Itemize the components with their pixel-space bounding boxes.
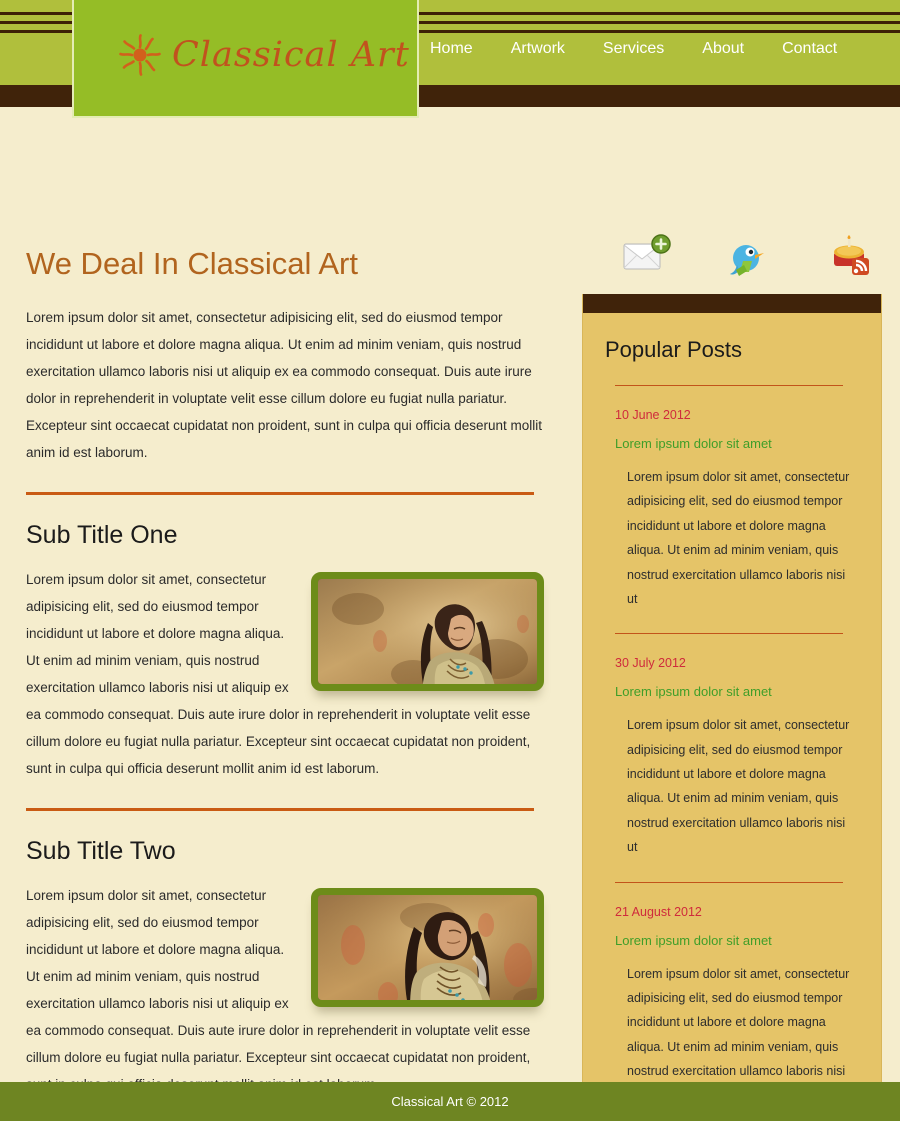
- email-subscribe-icon[interactable]: [620, 234, 672, 278]
- sidebar-divider-1: [615, 385, 843, 386]
- post-date: 10 June 2012: [615, 408, 691, 422]
- section-divider-two: [26, 808, 534, 811]
- sidebar: Popular Posts 10 June 2012 Lorem ipsum d…: [582, 294, 882, 1121]
- popular-post-item: 21 August 2012 Lorem ipsum dolor sit ame…: [605, 905, 859, 1108]
- post-excerpt: Lorem ipsum dolor sit amet, consectetur …: [627, 718, 850, 855]
- post-title-link[interactable]: Lorem ipsum dolor sit amet: [615, 436, 859, 451]
- sidebar-divider-3: [615, 881, 843, 883]
- main-navigation[interactable]: Home Artwork Services About Contact: [430, 40, 837, 58]
- rss-feed-cake-icon[interactable]: [824, 234, 876, 278]
- post-date: 21 August 2012: [615, 904, 702, 919]
- popular-post-item: 10 June 2012 Lorem ipsum dolor sit amet …: [605, 408, 859, 611]
- intro-paragraph: Lorem ipsum dolor sit amet, consectetur …: [26, 310, 543, 460]
- post-excerpt: Lorem ipsum dolor sit amet, consectetur …: [627, 470, 850, 606]
- content-section-two: Sub Title Two Lorem ipsum dolor sit amet…: [26, 837, 544, 1098]
- section-one-title: Sub Title One: [26, 521, 178, 549]
- section-two-image[interactable]: [311, 888, 544, 1007]
- sidebar-divider-2: [615, 633, 843, 635]
- section-two-title: Sub Title Two: [26, 837, 176, 865]
- nav-item-about[interactable]: About: [702, 40, 744, 58]
- footer-copyright: Classical Art © 2012: [391, 1094, 509, 1109]
- page-title: We Deal In Classical Art: [26, 246, 358, 281]
- nav-item-services[interactable]: Services: [603, 40, 664, 58]
- nav-item-home[interactable]: Home: [430, 40, 473, 58]
- site-footer: Classical Art © 2012: [0, 1082, 900, 1121]
- sidebar-title: Popular Posts: [605, 337, 742, 362]
- nav-item-contact[interactable]: Contact: [782, 40, 837, 58]
- sidebar-body: Popular Posts 10 June 2012 Lorem ipsum d…: [582, 313, 882, 1121]
- sun-icon: [118, 33, 162, 77]
- content-section-one: Sub Title One Lorem ipsum dolor sit amet…: [26, 521, 544, 782]
- site-header: Home Artwork Services About Contact Clas…: [0, 0, 900, 121]
- post-date: 30 July 2012: [615, 656, 686, 671]
- popular-post-item: 30 July 2012 Lorem ipsum dolor sit amet …: [605, 656, 859, 859]
- post-title-link[interactable]: Lorem ipsum dolor sit amet: [615, 933, 859, 948]
- sidebar-top-bar: [582, 294, 882, 313]
- section-divider: [26, 492, 534, 495]
- page-body: We Deal In Classical Art Lorem ipsum dol…: [0, 121, 900, 1121]
- main-content: We Deal In Classical Art Lorem ipsum dol…: [26, 246, 544, 1121]
- site-logo[interactable]: Classical Art: [72, 0, 419, 118]
- twitter-bird-icon[interactable]: [722, 234, 774, 278]
- section-one-image[interactable]: [311, 572, 544, 691]
- social-icons[interactable]: [620, 234, 876, 278]
- nav-item-artwork[interactable]: Artwork: [511, 40, 565, 58]
- logo-text: Classical Art: [172, 35, 410, 75]
- post-title-link[interactable]: Lorem ipsum dolor sit amet: [615, 684, 859, 699]
